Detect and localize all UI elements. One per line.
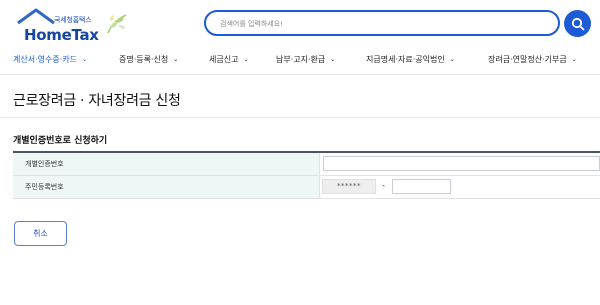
main-nav: 계산서·영수증·카드 ⌄ 증명·등록·신청 ⌄ 세금신고 ⌄ 납부·고지·환급 ⌄ 지급…: [0, 46, 600, 75]
form-row-cert-number: 개별인증번호: [13, 153, 600, 176]
house-roof-icon: [17, 8, 55, 25]
chevron-down-icon: ⌄: [81, 56, 87, 63]
nav-item-label: 세금신고: [209, 55, 239, 64]
cert-number-label: 개별인증번호: [25, 160, 64, 168]
divider: [0, 117, 600, 118]
chevron-down-icon: ⌄: [173, 56, 179, 63]
cert-number-input[interactable]: [323, 156, 600, 171]
nav-item-label: 증명·등록·신청: [119, 55, 169, 64]
chevron-down-icon: ⌄: [243, 56, 249, 63]
chevron-down-icon: ⌄: [330, 56, 336, 63]
logo-subtitle: 국세청홈택스: [54, 16, 92, 24]
section-title: 개별인증번호로 신청하기: [13, 136, 108, 146]
header: 국세청홈택스 HomeTax: [0, 0, 600, 46]
search-box: [204, 10, 560, 36]
cancel-button[interactable]: 취소: [14, 221, 67, 246]
form-row-rrn: 주민등록번호 ****** -: [13, 176, 600, 199]
nav-item-label: 계산서·영수증·카드: [13, 55, 77, 64]
hometax-logo[interactable]: 국세청홈택스 HomeTax: [12, 7, 132, 44]
rrn-front-masked-field: ******: [322, 179, 376, 194]
nav-item-payment-refund[interactable]: 납부·고지·환급 ⌄: [276, 54, 335, 65]
nav-item-label: 납부·고지·환급: [276, 55, 326, 64]
rrn-label: 주민등록번호: [25, 183, 64, 191]
chevron-down-icon: ⌄: [571, 56, 577, 63]
application-form: 개별인증번호 주민등록번호 ****** -: [13, 151, 600, 199]
nav-item-label: 장려금·연말정산·기부금: [488, 55, 567, 64]
leaf-icon: [107, 14, 127, 34]
rrn-separator: -: [382, 181, 385, 190]
form-label-cell: 개별인증번호: [13, 153, 320, 175]
search-icon: [571, 17, 584, 30]
form-label-cell: 주민등록번호: [13, 176, 320, 198]
logo-title: HomeTax: [24, 26, 99, 44]
nav-item-payment-statement[interactable]: 지급명세·자료·공익법인 ⌄: [366, 54, 455, 65]
search-button[interactable]: [564, 10, 591, 37]
nav-item-incentive-yearend[interactable]: 장려금·연말정산·기부금 ⌄: [488, 54, 577, 65]
nav-item-certificate-registration[interactable]: 증명·등록·신청 ⌄: [119, 54, 178, 65]
page-title: 근로장려금 · 자녀장려금 신청: [13, 93, 181, 109]
search-input[interactable]: [218, 15, 542, 33]
rrn-back-input[interactable]: [392, 179, 451, 194]
nav-item-label: 지급명세·자료·공익법인: [366, 55, 445, 64]
nav-item-invoice-receipt-card[interactable]: 계산서·영수증·카드 ⌄: [13, 54, 87, 65]
nav-item-tax-filing[interactable]: 세금신고 ⌄: [209, 54, 248, 65]
chevron-down-icon: ⌄: [449, 56, 455, 63]
